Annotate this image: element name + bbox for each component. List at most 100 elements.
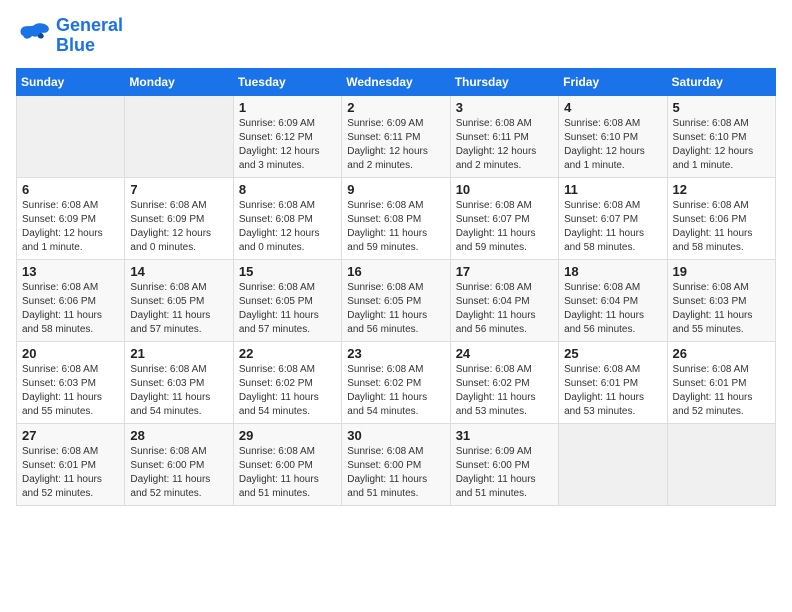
calendar-cell <box>667 423 775 505</box>
day-info: Sunrise: 6:08 AM Sunset: 6:05 PM Dayligh… <box>239 281 336 337</box>
day-number: 11 <box>564 182 661 197</box>
day-info: Sunrise: 6:08 AM Sunset: 6:06 PM Dayligh… <box>22 281 119 337</box>
calendar-cell: 28 Sunrise: 6:08 AM Sunset: 6:00 PM Dayli… <box>125 423 233 505</box>
column-header-row: SundayMondayTuesdayWednesdayThursdayFrid… <box>17 68 776 95</box>
day-number: 19 <box>673 264 770 279</box>
calendar-cell: 24 Sunrise: 6:08 AM Sunset: 6:02 PM Dayli… <box>450 341 558 423</box>
page-header: General Blue <box>16 16 776 56</box>
day-info: Sunrise: 6:08 AM Sunset: 6:09 PM Dayligh… <box>22 199 119 255</box>
day-number: 14 <box>130 264 227 279</box>
day-info: Sunrise: 6:09 AM Sunset: 6:00 PM Dayligh… <box>456 445 553 501</box>
calendar-cell: 14 Sunrise: 6:08 AM Sunset: 6:05 PM Dayli… <box>125 259 233 341</box>
day-info: Sunrise: 6:08 AM Sunset: 6:00 PM Dayligh… <box>130 445 227 501</box>
day-info: Sunrise: 6:08 AM Sunset: 6:07 PM Dayligh… <box>564 199 661 255</box>
calendar-cell <box>125 95 233 177</box>
day-number: 30 <box>347 428 444 443</box>
day-info: Sunrise: 6:08 AM Sunset: 6:03 PM Dayligh… <box>22 363 119 419</box>
day-info: Sunrise: 6:08 AM Sunset: 6:10 PM Dayligh… <box>564 117 661 173</box>
calendar-cell: 21 Sunrise: 6:08 AM Sunset: 6:03 PM Dayli… <box>125 341 233 423</box>
logo-bird-icon <box>16 18 52 54</box>
calendar-cell: 31 Sunrise: 6:09 AM Sunset: 6:00 PM Dayli… <box>450 423 558 505</box>
day-number: 13 <box>22 264 119 279</box>
calendar-cell: 20Sunrise: 6:08 AM Sunset: 6:03 PM Dayli… <box>17 341 125 423</box>
calendar-cell: 26 Sunrise: 6:08 AM Sunset: 6:01 PM Dayli… <box>667 341 775 423</box>
calendar-cell: 19 Sunrise: 6:08 AM Sunset: 6:03 PM Dayli… <box>667 259 775 341</box>
day-number: 21 <box>130 346 227 361</box>
day-number: 12 <box>673 182 770 197</box>
calendar-cell <box>17 95 125 177</box>
calendar-cell: 12 Sunrise: 6:08 AM Sunset: 6:06 PM Dayli… <box>667 177 775 259</box>
day-number: 26 <box>673 346 770 361</box>
calendar-cell: 16 Sunrise: 6:08 AM Sunset: 6:05 PM Dayli… <box>342 259 450 341</box>
calendar-cell: 13 Sunrise: 6:08 AM Sunset: 6:06 PM Dayli… <box>17 259 125 341</box>
day-number: 8 <box>239 182 336 197</box>
calendar-cell: 25 Sunrise: 6:08 AM Sunset: 6:01 PM Dayli… <box>559 341 667 423</box>
calendar-cell: 6Sunrise: 6:08 AM Sunset: 6:09 PM Daylig… <box>17 177 125 259</box>
day-number: 3 <box>456 100 553 115</box>
day-number: 27 <box>22 428 119 443</box>
week-row-2: 6Sunrise: 6:08 AM Sunset: 6:09 PM Daylig… <box>17 177 776 259</box>
day-info: Sunrise: 6:08 AM Sunset: 6:02 PM Dayligh… <box>347 363 444 419</box>
column-header-saturday: Saturday <box>667 68 775 95</box>
week-row-5: 27 Sunrise: 6:08 AM Sunset: 6:01 PM Dayli… <box>17 423 776 505</box>
calendar-cell: 8Sunrise: 6:08 AM Sunset: 6:08 PM Daylig… <box>233 177 341 259</box>
calendar-cell: 15 Sunrise: 6:08 AM Sunset: 6:05 PM Dayli… <box>233 259 341 341</box>
calendar-cell <box>559 423 667 505</box>
column-header-thursday: Thursday <box>450 68 558 95</box>
calendar-cell: 3Sunrise: 6:08 AM Sunset: 6:11 PM Daylig… <box>450 95 558 177</box>
calendar-cell: 27 Sunrise: 6:08 AM Sunset: 6:01 PM Dayli… <box>17 423 125 505</box>
day-info: Sunrise: 6:08 AM Sunset: 6:04 PM Dayligh… <box>456 281 553 337</box>
calendar-cell: 5Sunrise: 6:08 AM Sunset: 6:10 PM Daylig… <box>667 95 775 177</box>
day-info: Sunrise: 6:09 AM Sunset: 6:11 PM Dayligh… <box>347 117 444 173</box>
day-number: 10 <box>456 182 553 197</box>
day-info: Sunrise: 6:08 AM Sunset: 6:02 PM Dayligh… <box>456 363 553 419</box>
day-number: 1 <box>239 100 336 115</box>
column-header-friday: Friday <box>559 68 667 95</box>
day-info: Sunrise: 6:08 AM Sunset: 6:05 PM Dayligh… <box>347 281 444 337</box>
day-number: 28 <box>130 428 227 443</box>
logo: General Blue <box>16 16 123 56</box>
column-header-monday: Monday <box>125 68 233 95</box>
day-number: 2 <box>347 100 444 115</box>
calendar-cell: 22Sunrise: 6:08 AM Sunset: 6:02 PM Dayli… <box>233 341 341 423</box>
day-number: 25 <box>564 346 661 361</box>
day-number: 15 <box>239 264 336 279</box>
day-info: Sunrise: 6:08 AM Sunset: 6:03 PM Dayligh… <box>673 281 770 337</box>
calendar-cell: 9Sunrise: 6:08 AM Sunset: 6:08 PM Daylig… <box>342 177 450 259</box>
day-number: 17 <box>456 264 553 279</box>
day-info: Sunrise: 6:08 AM Sunset: 6:06 PM Dayligh… <box>673 199 770 255</box>
day-number: 23 <box>347 346 444 361</box>
calendar-cell: 11 Sunrise: 6:08 AM Sunset: 6:07 PM Dayli… <box>559 177 667 259</box>
calendar-cell: 7Sunrise: 6:08 AM Sunset: 6:09 PM Daylig… <box>125 177 233 259</box>
day-info: Sunrise: 6:08 AM Sunset: 6:01 PM Dayligh… <box>564 363 661 419</box>
calendar-cell: 30 Sunrise: 6:08 AM Sunset: 6:00 PM Dayli… <box>342 423 450 505</box>
column-header-sunday: Sunday <box>17 68 125 95</box>
day-info: Sunrise: 6:08 AM Sunset: 6:00 PM Dayligh… <box>347 445 444 501</box>
week-row-4: 20Sunrise: 6:08 AM Sunset: 6:03 PM Dayli… <box>17 341 776 423</box>
day-info: Sunrise: 6:08 AM Sunset: 6:09 PM Dayligh… <box>130 199 227 255</box>
day-info: Sunrise: 6:08 AM Sunset: 6:01 PM Dayligh… <box>22 445 119 501</box>
calendar-cell: 1Sunrise: 6:09 AM Sunset: 6:12 PM Daylig… <box>233 95 341 177</box>
day-info: Sunrise: 6:08 AM Sunset: 6:03 PM Dayligh… <box>130 363 227 419</box>
calendar-cell: 4 Sunrise: 6:08 AM Sunset: 6:10 PM Daylig… <box>559 95 667 177</box>
day-info: Sunrise: 6:08 AM Sunset: 6:07 PM Dayligh… <box>456 199 553 255</box>
day-number: 4 <box>564 100 661 115</box>
calendar-table: SundayMondayTuesdayWednesdayThursdayFrid… <box>16 68 776 506</box>
day-info: Sunrise: 6:08 AM Sunset: 6:01 PM Dayligh… <box>673 363 770 419</box>
column-header-tuesday: Tuesday <box>233 68 341 95</box>
calendar-cell: 29Sunrise: 6:08 AM Sunset: 6:00 PM Dayli… <box>233 423 341 505</box>
column-header-wednesday: Wednesday <box>342 68 450 95</box>
day-info: Sunrise: 6:08 AM Sunset: 6:10 PM Dayligh… <box>673 117 770 173</box>
calendar-cell: 10 Sunrise: 6:08 AM Sunset: 6:07 PM Dayli… <box>450 177 558 259</box>
day-number: 9 <box>347 182 444 197</box>
day-number: 31 <box>456 428 553 443</box>
day-number: 16 <box>347 264 444 279</box>
day-info: Sunrise: 6:08 AM Sunset: 6:02 PM Dayligh… <box>239 363 336 419</box>
calendar-cell: 2 Sunrise: 6:09 AM Sunset: 6:11 PM Daylig… <box>342 95 450 177</box>
day-info: Sunrise: 6:08 AM Sunset: 6:04 PM Dayligh… <box>564 281 661 337</box>
day-info: Sunrise: 6:08 AM Sunset: 6:05 PM Dayligh… <box>130 281 227 337</box>
week-row-3: 13 Sunrise: 6:08 AM Sunset: 6:06 PM Dayli… <box>17 259 776 341</box>
day-info: Sunrise: 6:08 AM Sunset: 6:00 PM Dayligh… <box>239 445 336 501</box>
week-row-1: 1Sunrise: 6:09 AM Sunset: 6:12 PM Daylig… <box>17 95 776 177</box>
day-number: 24 <box>456 346 553 361</box>
